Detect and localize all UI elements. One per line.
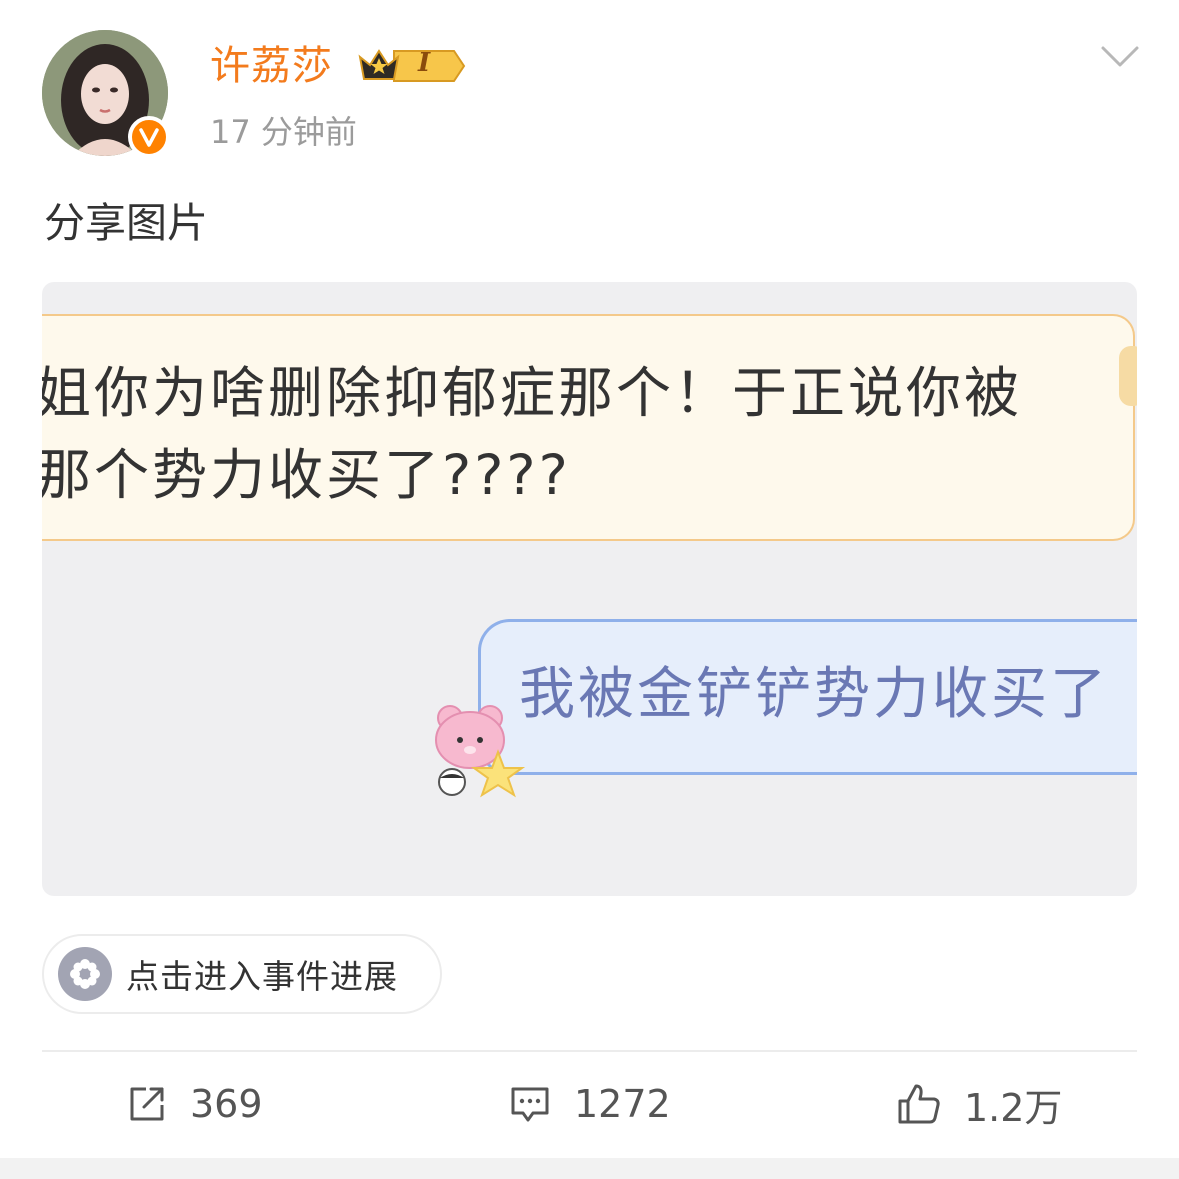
event-progress-label: 点击进入事件进展 — [126, 957, 398, 996]
like-count: 1.2万 — [964, 1085, 1063, 1130]
feed-separator — [0, 1158, 1179, 1179]
verified-v-icon — [128, 116, 170, 158]
like-button[interactable]: 1.2万 — [896, 1076, 1062, 1132]
username[interactable]: 许荔莎 — [210, 40, 333, 92]
event-progress-button[interactable]: 点击进入事件进展 — [42, 934, 442, 1014]
repost-button[interactable]: 369 — [126, 1076, 263, 1132]
post-image[interactable]: 姐你为啥删除抑郁症那个！于正说你被 那个势力收买了???? 我被金铲铲势力收买了 — [42, 282, 1137, 896]
post-timestamp: 17 分钟前 — [210, 113, 357, 151]
comment-icon — [511, 1087, 549, 1122]
incoming-message-text: 姐你为啥删除抑郁症那个！于正说你被 那个势力收买了???? — [42, 361, 1023, 507]
outgoing-message-text: 我被金铲铲势力收买了 — [519, 662, 1109, 727]
chevron-down-icon[interactable] — [1100, 44, 1140, 70]
repost-count: 369 — [190, 1082, 263, 1126]
thumbs-up-icon — [898, 1084, 940, 1124]
bubble-decoration — [1119, 346, 1137, 406]
comment-button[interactable]: 1272 — [508, 1076, 671, 1132]
repost-icon — [130, 1087, 164, 1121]
post-text: 分享图片 — [44, 199, 208, 247]
bear-star-sticker-icon — [428, 700, 532, 800]
event-flower-icon — [58, 947, 112, 1001]
comment-count: 1272 — [574, 1082, 671, 1126]
outgoing-chat-bubble: 我被金铲铲势力收买了 — [478, 619, 1137, 775]
level-number: I — [418, 48, 431, 78]
divider — [42, 1050, 1137, 1052]
incoming-chat-bubble: 姐你为啥删除抑郁症那个！于正说你被 那个势力收买了???? — [42, 314, 1137, 541]
crown-level-icon[interactable]: I — [356, 45, 468, 87]
